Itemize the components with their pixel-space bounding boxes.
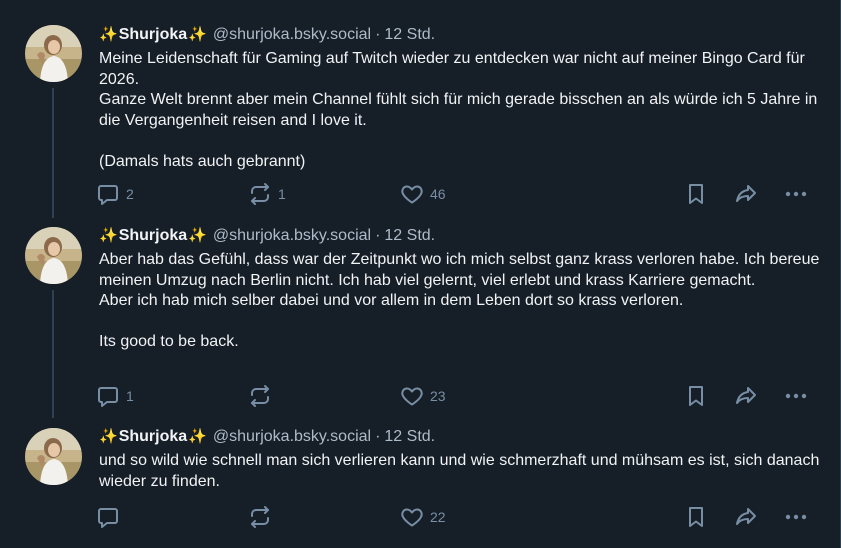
reply-button[interactable]: 2 [96,180,134,208]
post-text-line: Meine Leidenschaft für Gaming auf Twitch… [99,50,805,88]
post-text: und so wild wie schnell man sich verlier… [99,451,821,492]
sparkle-emoji: ✨ [188,227,207,244]
like-button[interactable]: 46 [400,180,446,208]
post-header: ✨ Shurjoka ✨ @shurjoka.bsky.social · 12 … [99,25,435,45]
repost-icon [248,384,272,408]
bookmark-icon [684,505,708,529]
repost-button[interactable] [248,382,278,410]
sparkle-emoji: ✨ [99,26,118,43]
like-icon [400,384,424,408]
more-button[interactable] [784,382,808,410]
bookmark-icon [684,384,708,408]
bookmark-button[interactable] [684,382,708,410]
separator: · [375,227,381,244]
thread-line [52,88,54,218]
more-icon [784,384,808,408]
display-name[interactable]: Shurjoka [119,427,187,447]
post-text: Aber hab das Gefühl, dass war der Zeitpu… [99,250,821,353]
reply-icon [96,384,120,408]
sparkle-emoji: ✨ [188,428,207,445]
share-button[interactable] [734,382,758,410]
timestamp[interactable]: 12 Std. [384,25,435,45]
like-count: 23 [430,388,446,404]
repost-button[interactable]: 1 [248,180,286,208]
repost-icon [248,505,272,529]
share-icon [734,182,758,206]
timestamp[interactable]: 12 Std. [384,226,435,246]
bookmark-button[interactable] [684,180,708,208]
sparkle-emoji: ✨ [99,227,118,244]
handle[interactable]: @shurjoka.bsky.social [213,427,371,447]
bookmark-icon [684,182,708,206]
like-count: 22 [430,509,446,525]
avatar[interactable] [25,25,82,82]
post[interactable]: ✨ Shurjoka ✨ @shurjoka.bsky.social · 12 … [0,218,840,418]
like-button[interactable]: 23 [400,382,446,410]
avatar[interactable] [25,428,82,485]
display-name[interactable]: Shurjoka [119,226,187,246]
like-button[interactable]: 22 [400,503,446,531]
share-icon [734,384,758,408]
like-count: 46 [430,186,446,202]
more-button[interactable] [784,180,808,208]
post-text-line: Its good to be back. [99,333,239,350]
like-icon [400,505,424,529]
handle[interactable]: @shurjoka.bsky.social [213,25,371,45]
share-button[interactable] [734,503,758,531]
post-header: ✨ Shurjoka ✨ @shurjoka.bsky.social · 12 … [99,226,435,246]
post-actions: 22 [96,503,816,531]
repost-count: 1 [278,186,286,202]
display-name[interactable]: Shurjoka [119,25,187,45]
post-text-line: Aber ich hab mich selber dabei und vor a… [99,292,684,309]
more-icon [784,182,808,206]
reply-button[interactable]: 1 [96,382,134,410]
thread-line [52,290,54,418]
repost-icon [248,182,272,206]
reply-count: 1 [126,388,134,404]
post-text-line: und so wild wie schnell man sich verlier… [99,452,820,490]
reply-button[interactable] [96,503,126,531]
post-header: ✨ Shurjoka ✨ @shurjoka.bsky.social · 12 … [99,427,435,447]
post-text-line: (Damals hats auch gebrannt) [99,152,306,170]
reply-icon [96,505,120,529]
handle[interactable]: @shurjoka.bsky.social [213,226,371,246]
repost-button[interactable] [248,503,278,531]
timestamp[interactable]: 12 Std. [384,427,435,447]
more-icon [784,505,808,529]
avatar[interactable] [25,227,82,284]
more-button[interactable] [784,503,808,531]
post-actions: 1 23 [96,382,816,410]
like-icon [400,182,424,206]
post-actions: 2 1 46 [96,180,816,208]
post[interactable]: ✨ Shurjoka ✨ @shurjoka.bsky.social · 12 … [0,0,840,218]
share-button[interactable] [734,180,758,208]
separator: · [375,26,381,43]
post[interactable]: ✨ Shurjoka ✨ @shurjoka.bsky.social · 12 … [0,418,840,548]
post-text: Meine Leidenschaft für Gaming auf Twitch… [99,49,821,172]
reply-count: 2 [126,186,134,202]
reply-icon [96,182,120,206]
share-icon [734,505,758,529]
bookmark-button[interactable] [684,503,708,531]
post-text-line: Aber hab das Gefühl, dass war der Zeitpu… [99,251,820,289]
separator: · [375,428,381,445]
post-text-line: Ganze Welt brennt aber mein Channel fühl… [99,91,818,129]
sparkle-emoji: ✨ [188,26,207,43]
sparkle-emoji: ✨ [99,428,118,445]
